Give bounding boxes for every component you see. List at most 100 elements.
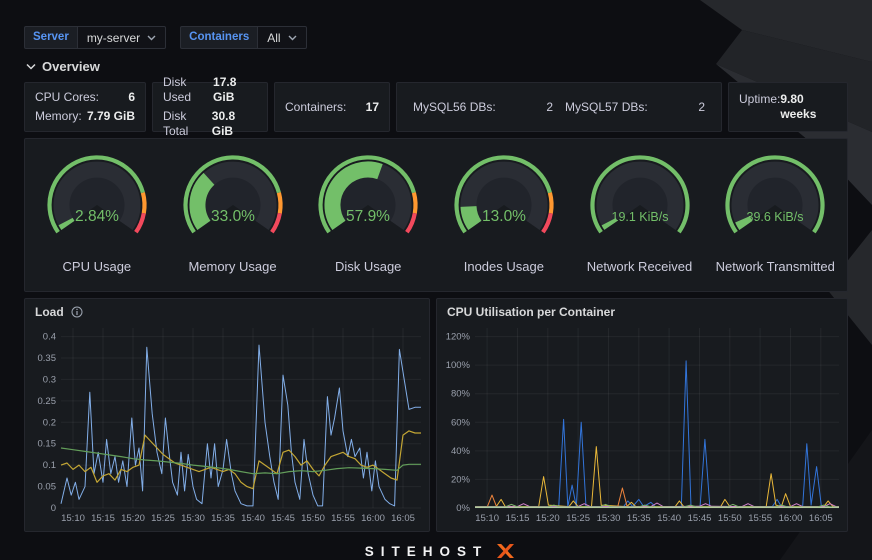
svg-text:57.9%: 57.9%: [346, 208, 390, 225]
svg-text:16:05: 16:05: [809, 513, 833, 524]
gauge-label: Network Transmitted: [716, 259, 835, 274]
gauge-network-transmitted: 39.6 KiB/s Network Transmitted: [707, 145, 843, 287]
overview-section-toggle[interactable]: Overview: [26, 58, 848, 75]
mysql-stat-panel: MySQL56 DBs: 2 MySQL57 DBs: 2: [396, 82, 722, 132]
svg-text:15:55: 15:55: [748, 513, 772, 524]
load-chart: 15:1015:1515:2015:2515:3015:3515:4015:45…: [25, 321, 429, 532]
cpu-memory-stat-panel: CPU Cores: 6 Memory: 7.79 GiB: [24, 82, 146, 132]
disk-used-value: 17.8 GiB: [213, 75, 257, 105]
disk-used-label: Disk Used: [163, 75, 213, 105]
svg-text:0: 0: [51, 503, 56, 514]
gauge-network-received: 19.1 KiB/s Network Received: [572, 145, 708, 287]
cpu-per-container-panel-title[interactable]: CPU Utilisation per Container: [447, 305, 615, 319]
server-variable-group: Server my-server: [24, 26, 166, 49]
gauge-label: Disk Usage: [335, 259, 401, 274]
chevron-down-icon: [26, 63, 36, 70]
cpu-usage-gauge-chart: 2.84%: [33, 145, 161, 256]
sitehost-wordmark: SITEHOST: [365, 544, 489, 559]
svg-text:80%: 80%: [451, 389, 471, 400]
chevron-down-icon: [288, 35, 297, 41]
section-title: Overview: [42, 59, 100, 74]
svg-text:0.1: 0.1: [43, 460, 56, 471]
charts-row: Load 15:10 15:15 15:20 15:25 15:30 15:35 15:40…: [24, 298, 848, 532]
svg-text:0.4: 0.4: [43, 332, 56, 343]
gauges-panel: 2.84% CPU Usage 33.0% Memory Usage 57.9%…: [24, 138, 848, 292]
cpu-cores-label: CPU Cores:: [35, 90, 99, 105]
mysql56-label: MySQL56 DBs:: [413, 100, 496, 114]
svg-text:15:45: 15:45: [271, 513, 295, 524]
svg-text:15:10: 15:10: [475, 513, 499, 524]
containers-variable-label: Containers: [180, 26, 257, 49]
cpu-cores-stat: CPU Cores: 6: [35, 90, 135, 105]
svg-text:0.15: 0.15: [38, 439, 57, 450]
svg-text:15:20: 15:20: [536, 513, 560, 524]
memory-stat: Memory: 7.79 GiB: [35, 109, 135, 124]
mysql57-value: 2: [698, 100, 705, 114]
svg-text:0.35: 0.35: [38, 353, 57, 364]
server-variable-value: my-server: [87, 31, 140, 45]
containers-variable-group: Containers All: [180, 26, 306, 49]
gauge-label: Network Received: [587, 259, 693, 274]
cpu-per-container-panel-header: CPU Utilisation per Container: [437, 299, 847, 321]
svg-text:0.25: 0.25: [38, 396, 57, 407]
uptime-stat: Uptime: 9.80 weeks: [739, 92, 837, 122]
containers-stat: Containers: 17: [285, 100, 379, 115]
containers-stat-panel: Containers: 17: [274, 82, 390, 132]
svg-text:15:25: 15:25: [151, 513, 175, 524]
svg-text:0.2: 0.2: [43, 417, 56, 428]
gauge-cpu-usage: 2.84% CPU Usage: [29, 145, 165, 287]
svg-text:19.1 KiB/s: 19.1 KiB/s: [611, 210, 668, 224]
svg-text:15:15: 15:15: [506, 513, 530, 524]
containers-count-value: 17: [366, 100, 379, 115]
load-panel: Load 15:1015:1515:2015:2515:3015:3515:40…: [24, 298, 430, 532]
svg-text:120%: 120%: [446, 332, 471, 343]
svg-text:15:45: 15:45: [688, 513, 712, 524]
svg-text:60%: 60%: [451, 417, 471, 428]
template-variables-toolbar: Server my-server Containers All: [24, 26, 848, 49]
svg-text:15:35: 15:35: [211, 513, 235, 524]
svg-text:15:50: 15:50: [718, 513, 742, 524]
mysql56-value: 2: [546, 100, 553, 114]
svg-text:39.6 KiB/s: 39.6 KiB/s: [747, 210, 804, 224]
mysql56-stat: MySQL56 DBs: 2: [407, 100, 559, 114]
svg-text:15:15: 15:15: [91, 513, 115, 524]
cpu-per-container-chart: 15:1015:1515:2015:2515:3015:3515:4015:45…: [437, 321, 847, 532]
uptime-stat-panel: Uptime: 9.80 weeks: [728, 82, 848, 132]
chevron-down-icon: [147, 35, 156, 41]
svg-text:100%: 100%: [446, 360, 471, 371]
svg-text:15:30: 15:30: [597, 513, 621, 524]
containers-variable-dropdown[interactable]: All: [257, 26, 306, 49]
disk-total-label: Disk Total: [163, 109, 212, 139]
gauge-label: Inodes Usage: [464, 259, 544, 274]
containers-variable-value: All: [267, 31, 280, 45]
disk-total-stat: Disk Total 30.8 GiB: [163, 109, 257, 139]
svg-text:16:00: 16:00: [361, 513, 385, 524]
gauge-label: CPU Usage: [63, 259, 132, 274]
info-icon[interactable]: [71, 306, 83, 318]
svg-text:15:30: 15:30: [181, 513, 205, 524]
svg-text:20%: 20%: [451, 474, 471, 485]
disk-stat-panel: Disk Used 17.8 GiB Disk Total 30.8 GiB: [152, 82, 268, 132]
svg-text:15:50: 15:50: [301, 513, 325, 524]
footer: SITEHOST: [24, 532, 848, 560]
network-transmitted-gauge-chart: 39.6 KiB/s: [711, 145, 839, 256]
svg-text:13.0%: 13.0%: [482, 208, 526, 225]
svg-text:0.3: 0.3: [43, 374, 56, 385]
cpu-per-container-panel: CPU Utilisation per Container 15:10 15:15…: [436, 298, 848, 532]
stats-row: CPU Cores: 6 Memory: 7.79 GiB Disk Used …: [24, 82, 848, 132]
server-variable-dropdown[interactable]: my-server: [77, 26, 166, 49]
mysql57-label: MySQL57 DBs:: [565, 100, 648, 114]
svg-text:33.0%: 33.0%: [211, 208, 255, 225]
server-variable-label: Server: [24, 26, 77, 49]
svg-text:15:40: 15:40: [241, 513, 265, 524]
gauge-disk-usage: 57.9% Disk Usage: [300, 145, 436, 287]
uptime-label: Uptime:: [739, 92, 780, 107]
inodes-usage-gauge-chart: 13.0%: [440, 145, 568, 256]
svg-text:40%: 40%: [451, 446, 471, 457]
svg-text:2.84%: 2.84%: [75, 208, 119, 225]
load-panel-title[interactable]: Load: [35, 305, 64, 319]
disk-usage-gauge-chart: 57.9%: [304, 145, 432, 256]
svg-text:16:00: 16:00: [779, 513, 803, 524]
gauge-memory-usage: 33.0% Memory Usage: [165, 145, 301, 287]
svg-text:15:10: 15:10: [61, 513, 85, 524]
